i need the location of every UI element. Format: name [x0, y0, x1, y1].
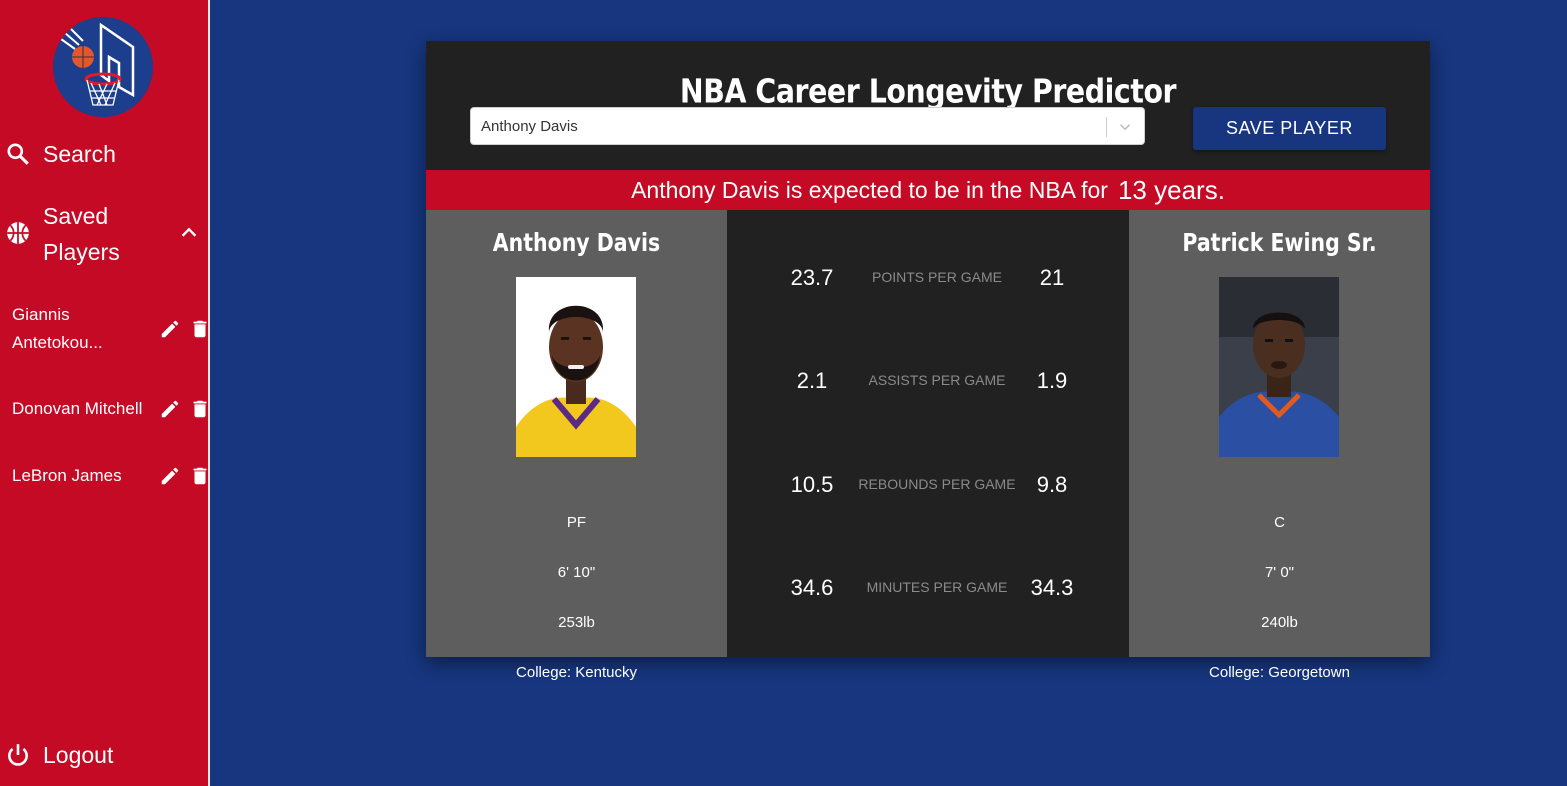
- nav-saved-label-2: Players: [43, 239, 120, 265]
- stat-row: 34.6 MINUTES PER GAME 34.3: [727, 575, 1129, 605]
- stats-comparison: 23.7 POINTS PER GAME 21 2.1 ASSISTS PER …: [727, 210, 1129, 657]
- player-name: Patrick Ewing Sr.: [1182, 228, 1377, 257]
- stat-row: 2.1 ASSISTS PER GAME 1.9: [727, 368, 1129, 398]
- stat-label: MINUTES PER GAME: [866, 579, 1008, 595]
- nav-search[interactable]: Search: [3, 139, 116, 169]
- stat-right-value: 1.9: [1036, 368, 1068, 393]
- player-panel-right: Patrick Ewing Sr. C 7' 0" 240lb College:…: [1129, 210, 1430, 681]
- stat-right-value: 9.8: [1036, 472, 1068, 497]
- player-height: 7' 0": [1264, 564, 1295, 581]
- stat-label: POINTS PER GAME: [872, 269, 1002, 285]
- saved-player-item[interactable]: Giannis Antetokou...: [12, 301, 207, 357]
- nav-logout[interactable]: Logout: [3, 740, 113, 770]
- prediction-text: Anthony Davis is expected to be in the N…: [631, 176, 1108, 203]
- nav-saved-players[interactable]: Saved Players: [3, 198, 153, 270]
- edit-icon[interactable]: [159, 465, 181, 487]
- page-title: NBA Career Longevity Predictor: [679, 71, 1177, 111]
- prediction-years: 13 years.: [1117, 174, 1225, 205]
- power-icon: [3, 740, 33, 770]
- app-logo[interactable]: [53, 17, 153, 117]
- edit-icon[interactable]: [159, 398, 181, 420]
- player-weight: 240lb: [1261, 614, 1298, 631]
- stat-label: ASSISTS PER GAME: [868, 372, 1006, 388]
- player-college: College: Georgetown: [1209, 664, 1350, 681]
- sidebar: Search Saved Players Giannis Antetokou..…: [0, 0, 210, 786]
- select-separator: [1106, 117, 1107, 137]
- basketball-icon: [3, 218, 33, 248]
- player-position: C: [1274, 514, 1285, 531]
- delete-icon[interactable]: [189, 465, 211, 487]
- player-weight: 253lb: [558, 614, 595, 631]
- player-name: Anthony Davis: [492, 228, 661, 257]
- nav-saved-label-1: Saved: [43, 203, 109, 229]
- nav-logout-label: Logout: [43, 741, 114, 768]
- delete-icon[interactable]: [189, 318, 211, 340]
- player-select[interactable]: Anthony Davis: [470, 107, 1145, 145]
- prediction-banner: Anthony Davis is expected to be in the N…: [426, 170, 1430, 210]
- saved-player-name: LeBron James: [12, 466, 122, 485]
- delete-icon[interactable]: [189, 398, 211, 420]
- saved-player-item[interactable]: Donovan Mitchell: [12, 395, 207, 423]
- chevron-up-icon[interactable]: [178, 222, 200, 244]
- player-photo: [1219, 277, 1339, 457]
- stat-left-value: 34.6: [790, 575, 834, 600]
- nav-search-label: Search: [43, 140, 116, 167]
- saved-player-name: Donovan Mitchell: [12, 399, 143, 418]
- predictor-card: NBA Career Longevity Predictor Anthony D…: [426, 41, 1430, 681]
- player-select-value: Anthony Davis: [481, 117, 578, 135]
- saved-player-name: Giannis: [12, 305, 70, 324]
- save-player-button[interactable]: SAVE PLAYER: [1193, 107, 1386, 150]
- saved-player-name-cont: Antetokou...: [12, 333, 103, 352]
- stat-right-value: 34.3: [1030, 575, 1074, 600]
- player-college: College: Kentucky: [516, 664, 637, 681]
- stat-row: 10.5 REBOUNDS PER GAME 9.8: [727, 472, 1129, 502]
- stat-row: 23.7 POINTS PER GAME 21: [727, 265, 1129, 295]
- stat-left-value: 10.5: [790, 472, 834, 497]
- stat-label: REBOUNDS PER GAME: [858, 476, 1016, 492]
- player-photo: [516, 277, 636, 457]
- edit-icon[interactable]: [159, 318, 181, 340]
- chevron-down-icon[interactable]: [1116, 118, 1134, 136]
- stat-left-value: 2.1: [796, 368, 828, 393]
- player-panel-left: Anthony Davis PF 6' 10" 253lb College: K…: [426, 210, 727, 681]
- stat-right-value: 21: [1039, 265, 1065, 290]
- saved-player-item[interactable]: LeBron James: [12, 462, 207, 490]
- player-height: 6' 10": [557, 564, 596, 581]
- search-icon: [3, 139, 33, 169]
- player-position: PF: [566, 514, 587, 531]
- stat-left-value: 23.7: [790, 265, 834, 290]
